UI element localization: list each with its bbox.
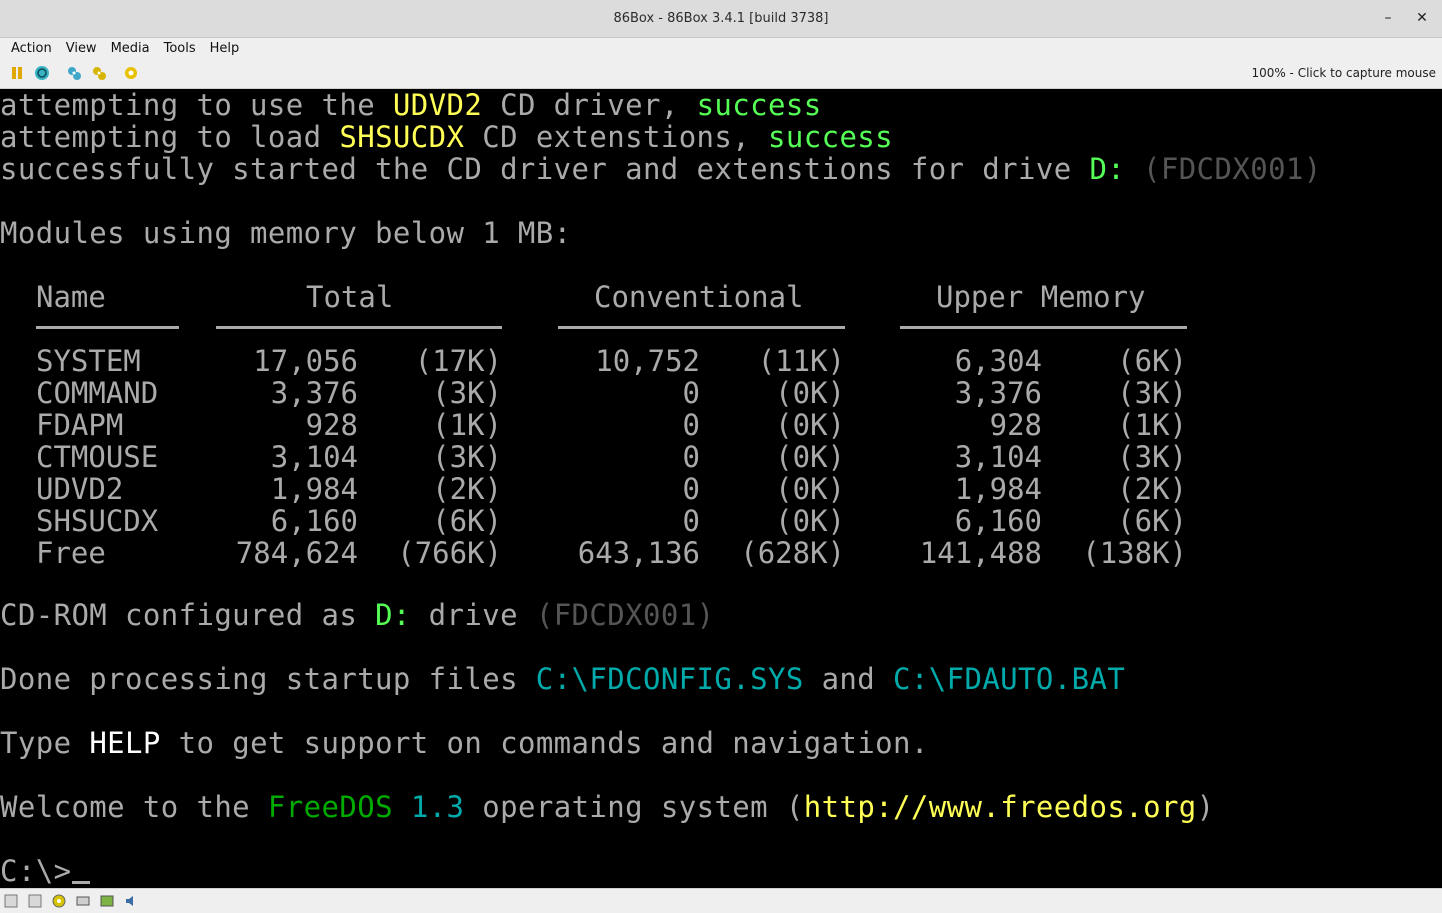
window-title: 86Box - 86Box 3.4.1 [build 3738] xyxy=(613,11,829,26)
network-icon[interactable] xyxy=(76,894,90,908)
memory-cell-upper-k: (6K) xyxy=(1117,344,1187,378)
memory-cell-conv-k: (628K) xyxy=(740,536,845,570)
floppy-a-icon[interactable] xyxy=(4,894,18,908)
cdrom-icon[interactable] xyxy=(52,894,66,908)
memory-cell-total: 3,376 xyxy=(270,376,358,410)
separator-dash xyxy=(216,326,502,329)
command-prompt[interactable]: C:\> xyxy=(0,855,71,887)
memory-cell-total-k: (3K) xyxy=(432,440,502,474)
emulator-screen[interactable]: attempting to use the UDVD2 CD driver, s… xyxy=(0,89,1442,888)
memory-cell-upper-k: (3K) xyxy=(1117,440,1187,474)
settings-icon[interactable] xyxy=(123,65,139,81)
memory-cell-conv: 643,136 xyxy=(577,536,700,570)
title-bar: 86Box - 86Box 3.4.1 [build 3738] – ✕ xyxy=(0,0,1442,38)
menu-tools[interactable]: Tools xyxy=(164,41,196,56)
col-header-name: Name xyxy=(36,280,106,314)
minimize-button[interactable]: – xyxy=(1378,8,1398,28)
menu-bar: Action View Media Tools Help xyxy=(0,38,1442,58)
memory-cell-upper: 928 xyxy=(989,408,1042,442)
memory-cell-upper: 6,160 xyxy=(954,504,1042,538)
memory-cell-conv: 0 xyxy=(682,504,700,538)
memory-cell-total: 3,104 xyxy=(270,440,358,474)
log-line: attempting to load SHSUCDX CD extenstion… xyxy=(0,120,894,154)
memory-cell-total: 1,984 xyxy=(270,472,358,506)
memory-cell-total-k: (3K) xyxy=(432,376,502,410)
memory-cell-conv-k: (0K) xyxy=(775,440,845,474)
memory-cell-total: 17,056 xyxy=(253,344,358,378)
memory-cell-conv: 0 xyxy=(682,440,700,474)
toolbar xyxy=(0,58,1442,89)
memory-cell-total: 928 xyxy=(305,408,358,442)
pause-icon[interactable] xyxy=(9,65,25,81)
memory-cell-total: 6,160 xyxy=(270,504,358,538)
memory-cell-total-k: (2K) xyxy=(432,472,502,506)
menu-help[interactable]: Help xyxy=(210,41,240,56)
memory-cell-upper-k: (6K) xyxy=(1117,504,1187,538)
col-header-upper-memory: Upper Memory xyxy=(936,280,1146,314)
menu-view[interactable]: View xyxy=(66,41,97,56)
done-line: Done processing startup files C:\FDCONFI… xyxy=(0,662,1126,696)
separator-dash xyxy=(36,326,179,329)
close-button[interactable]: ✕ xyxy=(1412,8,1432,28)
memory-cell-total-k: (766K) xyxy=(397,536,502,570)
header-separator xyxy=(0,326,1442,330)
col-header-conventional: Conventional xyxy=(594,280,804,314)
log-line: attempting to use the UDVD2 CD driver, s… xyxy=(0,89,822,122)
memory-cell-upper-k: (1K) xyxy=(1117,408,1187,442)
log-line: successfully started the CD driver and e… xyxy=(0,152,1322,186)
hard-disk-icon[interactable] xyxy=(100,894,114,908)
memory-cell-conv-k: (0K) xyxy=(775,472,845,506)
separator-dash xyxy=(558,326,845,329)
memory-cell-conv-k: (11K) xyxy=(757,344,845,378)
memory-cell-upper: 6,304 xyxy=(954,344,1042,378)
memory-cell-conv-k: (0K) xyxy=(775,376,845,410)
memory-cell-conv-k: (0K) xyxy=(775,504,845,538)
memory-cell-conv: 0 xyxy=(682,472,700,506)
mouse-capture-status[interactable]: 100% - Click to capture mouse xyxy=(1251,66,1436,80)
separator-dash xyxy=(900,326,1187,329)
reset-icon[interactable] xyxy=(34,65,50,81)
memory-cell-conv: 0 xyxy=(682,376,700,410)
memory-cell-upper-k: (138K) xyxy=(1082,536,1187,570)
memory-cell-upper: 141,488 xyxy=(919,536,1042,570)
memory-cell-total: 784,624 xyxy=(235,536,358,570)
memory-cell-upper: 3,104 xyxy=(954,440,1042,474)
memory-cell-total-k: (17K) xyxy=(414,344,502,378)
modules-heading: Modules using memory below 1 MB: xyxy=(0,216,572,250)
sound-icon[interactable] xyxy=(124,894,138,908)
memory-cell-conv: 10,752 xyxy=(595,344,700,378)
memory-cell-upper: 1,984 xyxy=(954,472,1042,506)
memory-cell-conv: 0 xyxy=(682,408,700,442)
memory-cell-upper-k: (2K) xyxy=(1117,472,1187,506)
welcome-line: Welcome to the FreeDOS 1.3 operating sys… xyxy=(0,790,1215,824)
memory-cell-upper: 3,376 xyxy=(954,376,1042,410)
memory-cell-upper-k: (3K) xyxy=(1117,376,1187,410)
memory-cell-conv-k: (0K) xyxy=(775,408,845,442)
memory-cell-total-k: (6K) xyxy=(432,504,502,538)
ctrl-alt-del-icon[interactable] xyxy=(66,65,82,81)
cdrom-line: CD-ROM configured as D: drive (FDCDX001) xyxy=(0,598,715,632)
help-line: Type HELP to get support on commands and… xyxy=(0,726,929,760)
menu-action[interactable]: Action xyxy=(11,41,52,56)
emulator-window: 86Box - 86Box 3.4.1 [build 3738] – ✕ Act… xyxy=(0,0,1442,913)
text-cursor xyxy=(72,881,90,884)
status-bar xyxy=(0,888,1442,913)
memory-cell-total-k: (1K) xyxy=(432,408,502,442)
menu-media[interactable]: Media xyxy=(111,41,150,56)
floppy-b-icon[interactable] xyxy=(28,894,42,908)
col-header-total: Total xyxy=(306,280,394,314)
ctrl-alt-esc-icon[interactable] xyxy=(91,65,107,81)
